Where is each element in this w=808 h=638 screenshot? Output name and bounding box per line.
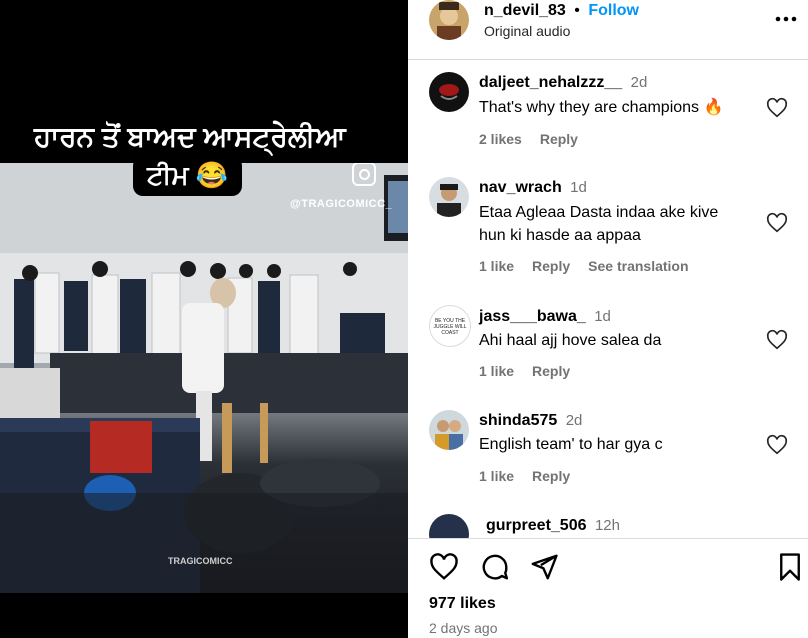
comment-icon[interactable] [480, 552, 510, 582]
bookmark-icon[interactable] [775, 552, 805, 582]
comment-avatar[interactable] [429, 514, 469, 538]
post-panel: n_devil_83 • Follow Original audio dalje… [408, 0, 808, 638]
comment-time: 2d [630, 74, 648, 91]
comment-likes[interactable]: 1 like [479, 258, 514, 274]
watermark-top: @TRAGICOMICC_ [290, 198, 393, 210]
comment-header: gurpreet_506 12h [486, 517, 620, 535]
comment-avatar[interactable] [429, 410, 469, 450]
video-player[interactable]: @TRAGICOMICC_ TRAGICOMICC ਹਾਰਨ ਤੋਂ ਬਾਅਦ … [0, 0, 408, 638]
header-divider [408, 59, 808, 60]
comment-likes[interactable]: 1 like [479, 468, 514, 484]
likes-count[interactable]: 977 likes [429, 595, 496, 613]
comment-time: 1d [570, 179, 587, 196]
comment-partial: gurpreet_506 12h [408, 508, 808, 538]
comment-avatar[interactable]: BE YOU THE JUGGLE WILL COAST [429, 305, 471, 347]
comment-reply-button[interactable]: Reply [540, 131, 578, 147]
audio-label[interactable]: Original audio [484, 23, 570, 39]
comment-actions: 1 like Reply See translation [479, 258, 707, 274]
caption-line-1: ਹਾਰਨ ਤੋਂ ਬਾਅਦ ਆਸਟ੍ਰੇਲੀਆ [20, 117, 360, 158]
follow-button[interactable]: Follow [588, 2, 639, 19]
comment-header: jass___bawa_ 1d [479, 308, 611, 326]
comment-reply-button[interactable]: Reply [532, 468, 570, 484]
comment-likes[interactable]: 1 like [479, 363, 514, 379]
actions-divider [408, 538, 808, 539]
comment-like-icon[interactable] [766, 97, 788, 119]
comment-like-icon[interactable] [766, 329, 788, 351]
dressing-room-scene [0, 163, 408, 593]
comment-reply-button[interactable]: Reply [532, 258, 570, 274]
comment-actions: 1 like Reply [479, 363, 588, 379]
comment-time: 1d [594, 308, 611, 325]
video-frame: @TRAGICOMICC_ TRAGICOMICC [0, 163, 408, 593]
comment-text: That's why they are champions 🔥 [479, 99, 724, 116]
comment-username[interactable]: nav_wrach [479, 179, 562, 196]
comment-header: daljeet_nehalzzz__ 2d [479, 74, 647, 92]
watermark-bottom: TRAGICOMICC [168, 556, 233, 566]
share-icon[interactable] [529, 552, 559, 582]
comment-reply-button[interactable]: Reply [532, 363, 570, 379]
comment-text: Ahi haal ajj hove salea da [479, 332, 662, 349]
caption-line-2: ਟੀਮ 😂 [133, 156, 243, 196]
comment-header: shinda575 2d [479, 412, 582, 430]
comment-username[interactable]: daljeet_nehalzzz__ [479, 74, 622, 91]
avatar-text: BE YOU THE JUGGLE WILL COAST [433, 318, 467, 336]
post-date[interactable]: 2 days ago [429, 620, 498, 636]
more-options-icon[interactable] [773, 6, 799, 32]
see-translation-link[interactable]: See translation [588, 258, 688, 274]
comment-actions: 1 like Reply [479, 468, 588, 484]
comment-username[interactable]: shinda575 [479, 412, 557, 429]
comment-actions: 2 likes Reply [479, 131, 596, 147]
comment-username[interactable]: jass___bawa_ [479, 308, 586, 325]
post-header: n_devil_83 • Follow [484, 2, 639, 20]
comment-header: nav_wrach 1d [479, 179, 587, 197]
comment-text: Etaa Agleaa Dasta indaa ake kive hun ki … [479, 204, 719, 244]
comment-time: 2d [565, 412, 583, 429]
author-avatar[interactable] [429, 0, 469, 40]
comment-text: English team' to har gya c [479, 436, 663, 453]
comment-likes[interactable]: 2 likes [479, 131, 522, 147]
instagram-watermark-icon [352, 163, 376, 186]
like-icon[interactable] [429, 552, 459, 582]
header-separator: • [574, 2, 580, 19]
comment-avatar[interactable] [429, 72, 469, 112]
comment-time: 12h [594, 517, 620, 534]
comment-username[interactable]: gurpreet_506 [486, 517, 587, 534]
comment-avatar[interactable] [429, 177, 469, 217]
comment-like-icon[interactable] [766, 212, 788, 234]
comment-like-icon[interactable] [766, 434, 788, 456]
author-username[interactable]: n_devil_83 [484, 2, 566, 19]
